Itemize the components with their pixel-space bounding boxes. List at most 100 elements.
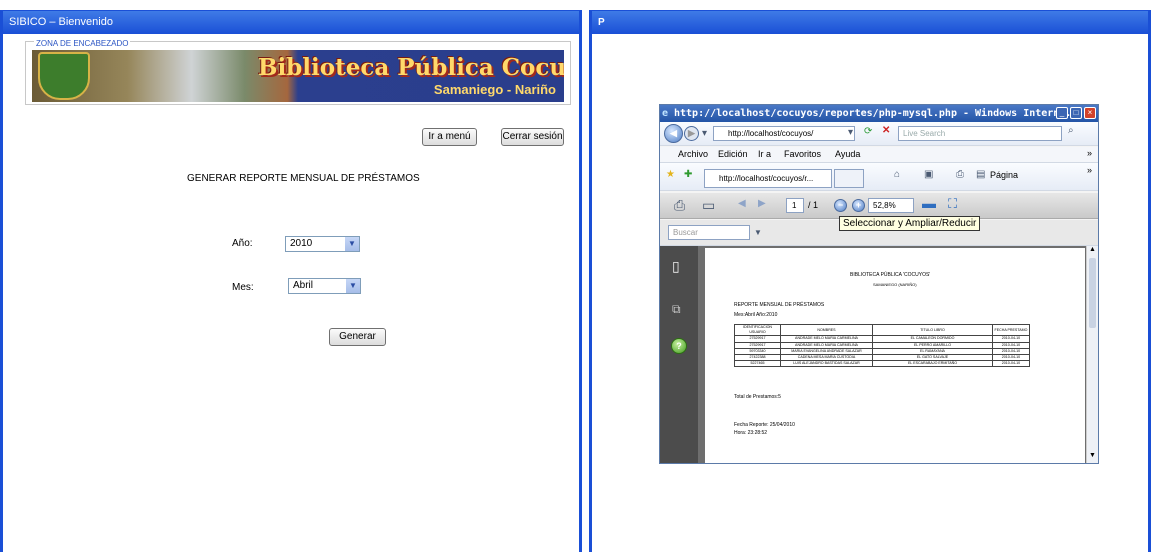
pdf-save-icon[interactable]: ▭ xyxy=(702,197,715,214)
chevron-down-icon[interactable]: ▼ xyxy=(754,228,762,237)
menu-button[interactable]: Ir a menú xyxy=(422,128,477,146)
zoom-in-icon[interactable]: + xyxy=(852,199,865,212)
loans-table: IDENTIFICACION USUARIO NOMBRES TITULO LI… xyxy=(734,323,1030,368)
search-placeholder: Live Search xyxy=(903,129,946,138)
pdf-print-icon[interactable]: ⎙ xyxy=(674,197,685,214)
report-total: Total de Prestamos:5 xyxy=(734,394,781,400)
fit-width-icon[interactable]: ▬ xyxy=(922,195,936,211)
pdf-search-placeholder: Buscar xyxy=(673,228,698,237)
column-header: FECHA PRESTAMO xyxy=(992,323,1030,337)
address-input[interactable]: http://localhost/cocuyos/ xyxy=(713,126,855,141)
report-time: Hora: 23:28:52 xyxy=(734,430,768,436)
cell-book: EL ESCARABAJO ERMITAÑO xyxy=(872,360,993,368)
year-label: Año: xyxy=(232,238,253,249)
ie-logo-icon: e xyxy=(662,108,669,119)
menu-item-ir-a[interactable]: Ir a xyxy=(758,149,771,159)
column-header: TITULO LIBRO xyxy=(872,323,993,337)
banner-title: Biblioteca Pública Cocuyos xyxy=(258,54,564,81)
cell-name: LUIS ALEJANDRO BASTIDAS SALAZAR xyxy=(780,360,873,368)
pdf-page: BIBLIOTECA PÚBLICA 'COCUYOS' SAMANIEGO (… xyxy=(705,248,1085,463)
pages-icon[interactable]: ▯ xyxy=(672,258,680,275)
column-header: NOMBRES xyxy=(780,323,873,337)
year-select-value: 2010 xyxy=(290,238,313,249)
pdf-sidebar: ▯ ⧉ ? xyxy=(660,246,698,463)
report-heading: REPORTE MENSUAL DE PRÉSTAMOS xyxy=(734,302,825,308)
feeds-icon[interactable]: ▣ xyxy=(924,169,933,180)
maximize-icon[interactable]: □ xyxy=(1070,107,1082,119)
search-icon[interactable]: ⌕ xyxy=(1068,125,1074,136)
browser-window: e http://localhost/cocuyos/reportes/php-… xyxy=(659,104,1099,464)
back-icon[interactable]: ◀ xyxy=(664,124,683,143)
cell-id: 5227465 xyxy=(734,360,781,368)
minimize-icon[interactable]: _ xyxy=(1056,107,1068,119)
chevron-right-icon[interactable]: » xyxy=(1087,165,1092,175)
column-header: IDENTIFICACION USUARIO xyxy=(734,323,781,337)
forward-icon[interactable]: ▶ xyxy=(684,126,699,141)
browser-title: e http://localhost/cocuyos/reportes/php-… xyxy=(660,105,1098,122)
month-select[interactable]: Abril ▼ xyxy=(288,278,361,294)
browser-title-text: http://localhost/cocuyos/reportes/php-my… xyxy=(674,108,1078,119)
year-select[interactable]: 2010 ▼ xyxy=(285,236,360,252)
next-page-icon[interactable]: ▶ xyxy=(758,198,766,209)
report-period: Mes:Abril Año:2010 xyxy=(734,312,778,318)
pdf-search-input[interactable]: Buscar xyxy=(668,225,750,240)
tab-row: ★ ✚ http://localhost/cocuyos/r... ⌂ ▣ ⎙ … xyxy=(660,163,1098,191)
refresh-icon[interactable]: ⟳ xyxy=(864,126,872,137)
home-icon[interactable]: ⌂ xyxy=(894,169,900,180)
month-label: Mes: xyxy=(232,282,254,293)
left-panel-title: SIBICO – Bienvenido xyxy=(3,11,579,34)
page-heading: GENERAR REPORTE MENSUAL DE PRÉSTAMOS xyxy=(187,173,420,184)
municipal-crest-icon xyxy=(38,52,90,100)
zoom-out-icon[interactable]: − xyxy=(834,199,847,212)
menu-bar: Archivo Edición Ir a Favoritos Ayuda » xyxy=(660,147,1098,163)
header-zone: ZONA DE ENCABEZADO Biblioteca Pública Co… xyxy=(25,39,571,105)
zoom-input[interactable]: 52,8% xyxy=(868,198,914,213)
address-value: http://localhost/cocuyos/ xyxy=(728,129,814,138)
scroll-down-icon[interactable]: ▼ xyxy=(1089,452,1096,459)
banner-subtitle: Samaniego - Nariño xyxy=(433,82,556,97)
fit-page-icon[interactable]: ⛶ xyxy=(948,196,957,212)
right-panel-title: P xyxy=(592,11,1148,34)
page-number: 1 xyxy=(792,201,797,210)
logout-button[interactable]: Cerrar sesión xyxy=(501,128,564,146)
menu-item-favoritos[interactable]: Favoritos xyxy=(784,149,821,159)
menu-item-ayuda[interactable]: Ayuda xyxy=(835,149,860,159)
chevron-down-icon: ▼ xyxy=(345,237,359,251)
new-tab-button[interactable] xyxy=(834,169,864,188)
left-panel: SIBICO – Bienvenido ZONA DE ENCABEZADO B… xyxy=(0,10,582,552)
address-dropdown-icon[interactable]: ▾ xyxy=(848,127,853,138)
menu-item-edicion[interactable]: Edición xyxy=(718,149,748,159)
scroll-thumb[interactable] xyxy=(1089,258,1096,328)
address-bar-row: ◀ ▶ ▾ http://localhost/cocuyos/ ▾ ⟳ ✕ Li… xyxy=(660,122,1098,146)
cell-name: MARIA EVANGELINA ANDRADE SALAZAR xyxy=(780,347,873,356)
page-menu[interactable]: Página xyxy=(990,170,1018,180)
scroll-up-icon[interactable]: ▲ xyxy=(1089,246,1096,253)
page-icon[interactable]: ▤ xyxy=(976,169,985,180)
close-icon[interactable]: × xyxy=(1084,107,1096,119)
page-number-input[interactable]: 1 xyxy=(786,198,804,213)
table-row: 5227465 LUIS ALEJANDRO BASTIDAS SALAZAR … xyxy=(734,360,1030,368)
search-input[interactable]: Live Search xyxy=(898,126,1062,141)
table-header-row: IDENTIFICACION USUARIO NOMBRES TITULO LI… xyxy=(734,323,1030,337)
pdf-document-area: BIBLIOTECA PÚBLICA 'COCUYOS' SAMANIEGO (… xyxy=(698,246,1086,463)
menu-item-archivo[interactable]: Archivo xyxy=(678,149,708,159)
generate-button[interactable]: Generar xyxy=(329,328,386,346)
pdf-scrollbar[interactable]: ▲ ▼ xyxy=(1086,246,1098,463)
month-select-value: Abril xyxy=(293,280,314,291)
favorites-star-icon[interactable]: ★ xyxy=(666,169,675,180)
attachments-icon[interactable]: ⧉ xyxy=(672,302,681,317)
report-date: Fecha Reporte: 25/04/2010 xyxy=(734,422,795,428)
history-dropdown-icon[interactable]: ▾ xyxy=(702,128,707,139)
report-subtitle: SAMANIEGO (NARIÑO) xyxy=(873,282,917,287)
prev-page-icon[interactable]: ◀ xyxy=(738,198,746,209)
library-banner: Biblioteca Pública Cocuyos Samaniego - N… xyxy=(32,50,564,102)
tab-current[interactable]: http://localhost/cocuyos/r... xyxy=(704,169,832,188)
help-icon[interactable]: ? xyxy=(671,338,687,354)
stop-icon[interactable]: ✕ xyxy=(882,125,890,136)
print-icon[interactable]: ⎙ xyxy=(956,169,964,180)
chevron-right-icon[interactable]: » xyxy=(1087,148,1092,158)
cell-date: 2010-04-10 xyxy=(992,360,1030,368)
tab-label: http://localhost/cocuyos/r... xyxy=(719,174,814,183)
page-total: / 1 xyxy=(808,200,819,210)
add-favorite-icon[interactable]: ✚ xyxy=(684,169,692,180)
